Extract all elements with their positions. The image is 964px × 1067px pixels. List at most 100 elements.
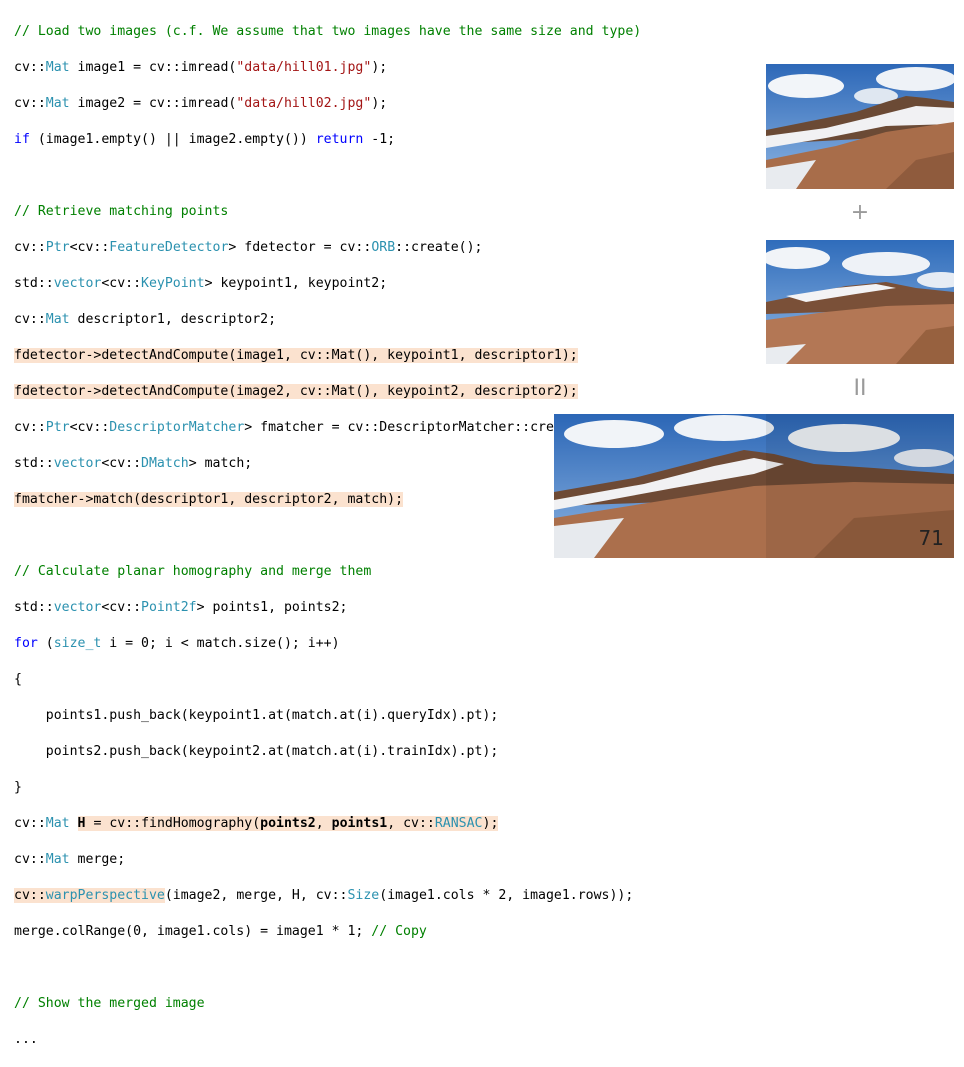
code-token: points2.push_back(keypoint2.at(match.at(… [14, 744, 499, 759]
code-token: } [14, 780, 22, 795]
code-token: std:: [14, 276, 54, 291]
type-token: Ptr [45, 420, 70, 435]
code-token: ); [371, 96, 388, 111]
code-line: fdetector->detectAndCompute(image1, cv::… [14, 347, 760, 365]
type-token: RANSAC [434, 816, 483, 831]
code-line: { [14, 671, 760, 689]
code-token: descriptor1, descriptor2; [69, 312, 277, 327]
code-line: merge.colRange(0, image1.cols) = image1 … [14, 923, 760, 941]
type-token: size_t [53, 636, 102, 651]
code-token: merge.colRange(0, image1.cols) = image1 … [14, 924, 372, 939]
string-literal: "data/hill01.jpg" [236, 60, 372, 75]
code-token: cv:: [14, 312, 46, 327]
type-token: vector [53, 456, 102, 471]
string-literal: "data/hill02.jpg" [236, 96, 372, 111]
code-line: cv::Ptr<cv::FeatureDetector> fdetector =… [14, 239, 760, 257]
comment: // Copy [371, 924, 427, 939]
type-token: vector [53, 600, 102, 615]
highlighted-code: fdetector->detectAndCompute(image2, cv::… [14, 384, 578, 399]
keyword: if [14, 132, 30, 147]
code-token: > keypoint1, keypoint2; [204, 276, 388, 291]
code-line: cv::Mat H = cv::findHomography(points2, … [14, 815, 760, 833]
code-line: points2.push_back(keypoint2.at(match.at(… [14, 743, 760, 761]
code-line: for (size_t i = 0; i < match.size(); i++… [14, 635, 760, 653]
code-token: <cv:: [101, 456, 142, 471]
highlighted-code: fmatcher->match(descriptor1, descriptor2… [14, 492, 404, 507]
code-token: <cv:: [69, 420, 110, 435]
highlighted-code: cv::warpPerspective [14, 888, 165, 903]
code-token: (image1.cols * 2, image1.rows)); [379, 888, 634, 903]
code-line: } [14, 779, 760, 797]
code-token: cv:: [14, 240, 46, 255]
code-line: fdetector->detectAndCompute(image2, cv::… [14, 383, 760, 401]
code-token: ::create(); [395, 240, 483, 255]
hill02-image [766, 240, 954, 364]
code-token: = cv::findHomography( [85, 816, 261, 831]
comment: // Calculate planar homography and merge… [14, 564, 372, 579]
code-token: std:: [14, 600, 54, 615]
code-token: ( [37, 636, 54, 651]
code-line: std::vector<cv::Point2f> points1, points… [14, 599, 760, 617]
type-token: DMatch [141, 456, 189, 471]
code-token: , [315, 816, 332, 831]
type-token: Point2f [141, 600, 197, 615]
code-token: (image1.empty() || image2.empty()) [29, 132, 316, 147]
code-token: cv:: [14, 60, 46, 75]
hill01-image [766, 64, 954, 189]
bold-token: points1 [331, 816, 388, 831]
code-token: ... [14, 1032, 38, 1047]
code-token: > fdetector = cv:: [228, 240, 372, 255]
code-token: cv:: [14, 816, 46, 831]
type-token: Mat [45, 816, 70, 831]
type-token: FeatureDetector [109, 240, 229, 255]
code-line: points1.push_back(keypoint1.at(match.at(… [14, 707, 760, 725]
code-token: std:: [14, 456, 54, 471]
code-token: i = 0; i < match.size(); i++) [101, 636, 340, 651]
code-token: merge; [69, 852, 126, 867]
page-number: 71 [918, 526, 944, 550]
code-token: image1 = cv::imread( [69, 60, 237, 75]
code-line: // Retrieve matching points [14, 203, 760, 221]
type-token: Mat [45, 852, 70, 867]
code-token: > match; [188, 456, 253, 471]
keyword: return [315, 132, 364, 147]
code-token: cv:: [14, 888, 46, 903]
equals-sign: II [853, 376, 867, 401]
type-token: vector [53, 276, 102, 291]
type-token: warpPerspective [45, 888, 165, 903]
code-token: -1; [363, 132, 396, 147]
code-token: cv:: [14, 420, 46, 435]
code-token: <cv:: [101, 600, 142, 615]
code-token: cv:: [14, 96, 46, 111]
type-token: ORB [371, 240, 396, 255]
code-line: // Show the merged image [14, 995, 760, 1013]
code-line: // Calculate planar homography and merge… [14, 563, 760, 581]
type-token: Ptr [45, 240, 70, 255]
code-line: // Load two images (c.f. We assume that … [14, 23, 760, 41]
code-line: cv::Mat descriptor1, descriptor2; [14, 311, 760, 329]
bold-token: points2 [260, 816, 316, 831]
bold-token: H [77, 816, 86, 831]
type-token: KeyPoint [141, 276, 205, 291]
code-token: > points1, points2; [196, 600, 348, 615]
code-line: cv::Mat image2 = cv::imread("data/hill02… [14, 95, 760, 113]
code-line: cv::warpPerspective(image2, merge, H, cv… [14, 887, 760, 905]
code-token: image2 = cv::imread( [69, 96, 237, 111]
plus-sign: + [850, 200, 870, 225]
comment: // Show the merged image [14, 996, 205, 1011]
type-token: Mat [45, 312, 70, 327]
code-line: std::vector<cv::KeyPoint> keypoint1, key… [14, 275, 760, 293]
code-line: ... [14, 1031, 760, 1049]
comment: // Retrieve matching points [14, 204, 229, 219]
code-token: { [14, 672, 22, 687]
code-token: points1.push_back(keypoint1.at(match.at(… [14, 708, 499, 723]
keyword: for [14, 636, 38, 651]
code-line: cv::Mat merge; [14, 851, 760, 869]
highlighted-code: H = cv::findHomography(points2, points1,… [77, 816, 499, 831]
type-token: Mat [45, 96, 70, 111]
code-token: <cv:: [101, 276, 142, 291]
code-line: cv::Mat image1 = cv::imread("data/hill01… [14, 59, 760, 77]
